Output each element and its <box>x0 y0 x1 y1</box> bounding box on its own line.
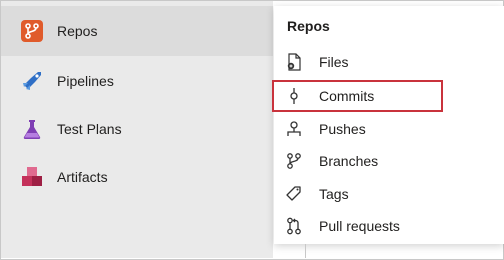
flyout-item-label: Pull requests <box>319 218 400 234</box>
sidebar-item-pipelines[interactable]: Pipelines <box>1 56 273 106</box>
sidebar-item-repos[interactable]: Repos <box>1 6 273 56</box>
repos-flyout-menu: Repos Files Commits Pushes Branches Tags… <box>274 6 504 244</box>
sidebar-item-label: Repos <box>57 23 98 39</box>
flyout-item-tags[interactable]: Tags <box>274 178 504 210</box>
flyout-item-label: Branches <box>319 153 379 169</box>
sidebar-item-label: Artifacts <box>57 169 108 185</box>
sidebar-item-label: Test Plans <box>57 121 122 137</box>
divider <box>305 244 306 258</box>
artifacts-icon <box>22 167 42 186</box>
flyout-item-pushes[interactable]: Pushes <box>274 113 504 145</box>
pipelines-icon <box>23 72 41 90</box>
test-plans-icon <box>23 120 41 139</box>
flyout-item-label: Files <box>319 54 349 70</box>
flyout-item-label: Tags <box>319 186 349 202</box>
sidebar-item-artifacts[interactable]: Artifacts <box>1 152 273 202</box>
commits-highlight-box <box>272 80 443 112</box>
flyout-item-pull-requests[interactable]: Pull requests <box>274 210 504 242</box>
sidebar: Repos Pipelines Test Plans Artifacts <box>1 1 273 258</box>
flyout-item-label: Pushes <box>319 121 366 137</box>
sidebar-item-label: Pipelines <box>57 73 114 89</box>
tag-icon <box>286 186 301 201</box>
sidebar-item-test-plans[interactable]: Test Plans <box>1 104 273 154</box>
push-icon <box>287 121 301 136</box>
flyout-item-files[interactable]: Files <box>274 46 504 78</box>
flyout-title: Repos <box>287 18 330 34</box>
pull-request-icon <box>287 217 301 235</box>
branch-icon <box>287 153 301 169</box>
flyout-item-branches[interactable]: Branches <box>274 145 504 177</box>
file-icon <box>287 53 301 71</box>
repos-icon <box>21 20 43 42</box>
